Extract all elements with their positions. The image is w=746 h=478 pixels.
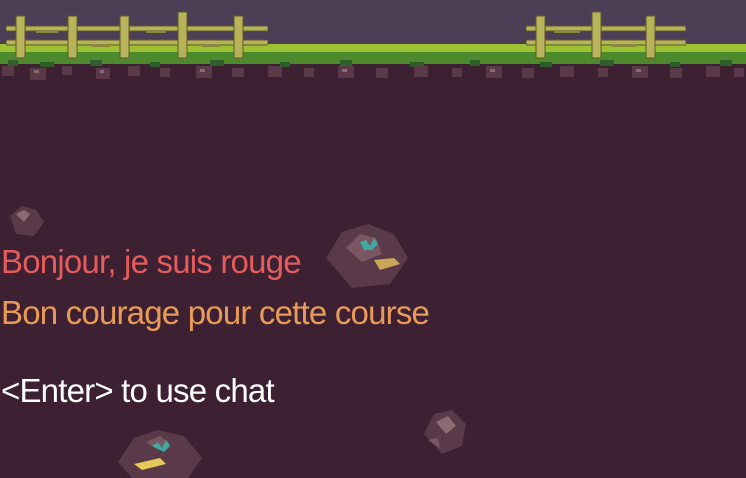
crystal-rock	[118, 430, 202, 478]
dirt-rock	[424, 410, 466, 454]
chat-input-hint[interactable]: <Enter> to use chat	[1, 374, 275, 407]
dirt-rock	[10, 206, 44, 236]
game-viewport[interactable]: Bonjour, je suis rouge Bon courage pour …	[0, 0, 746, 478]
chat-message: Bonjour, je suis rouge	[1, 243, 302, 280]
wooden-fence-left	[6, 11, 268, 59]
crystal-rock	[326, 224, 408, 288]
wooden-fence-right	[526, 11, 686, 59]
chat-message: Bon courage pour cette course	[1, 294, 430, 331]
